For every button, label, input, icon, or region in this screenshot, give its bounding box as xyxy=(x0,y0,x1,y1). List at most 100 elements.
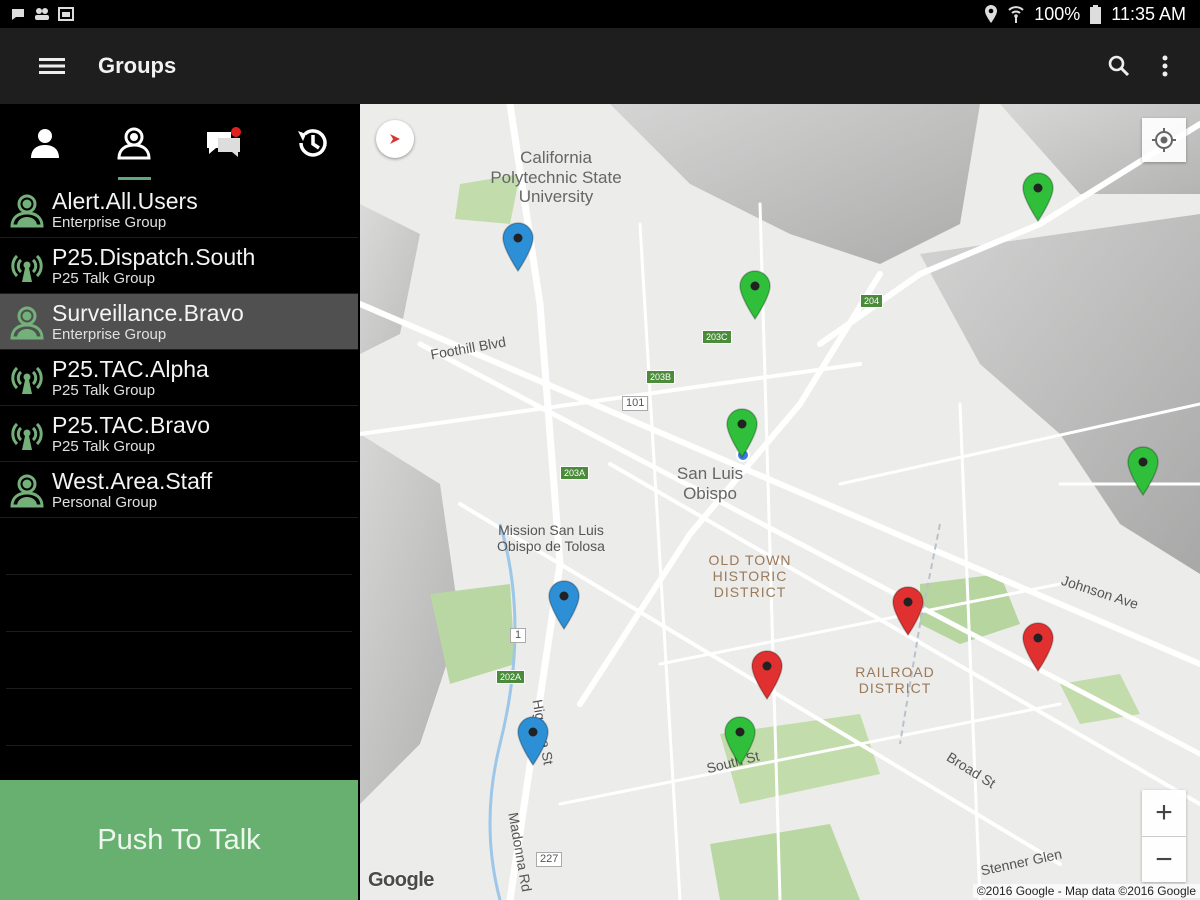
history-icon xyxy=(298,129,327,157)
pin-blue-marker[interactable] xyxy=(502,222,534,273)
wifi-icon xyxy=(1008,6,1024,23)
group-row[interactable]: West.Area.Staff Personal Group xyxy=(0,462,358,518)
empty-list-row xyxy=(6,518,352,575)
route-227-shield: 227 xyxy=(536,852,563,867)
left-panel: Alert.All.Users Enterprise Group P25.Dispa… xyxy=(0,104,358,900)
users-icon xyxy=(6,469,48,511)
map-pin-icon xyxy=(724,716,756,767)
group-row[interactable]: P25.Dispatch.South P25 Talk Group xyxy=(0,238,358,294)
users-icon xyxy=(6,301,48,343)
group-text: West.Area.Staff Personal Group xyxy=(52,467,213,511)
google-logo-text: Google xyxy=(368,869,434,891)
pin-green-marker[interactable] xyxy=(1127,446,1159,497)
image-notification-icon xyxy=(58,7,74,21)
exit-shield: 204 xyxy=(860,294,884,308)
pin-green-marker[interactable] xyxy=(1022,172,1054,223)
group-row[interactable]: Alert.All.Users Enterprise Group xyxy=(0,182,358,238)
map-pin-icon xyxy=(892,586,924,637)
group-icon xyxy=(117,127,151,160)
group-name: Alert.All.Users xyxy=(52,187,198,214)
exit-shield: 203C xyxy=(702,330,732,344)
group-name: P25.TAC.Bravo xyxy=(52,411,211,438)
clock: 11:35 AM xyxy=(1111,3,1186,24)
pin-green-marker[interactable] xyxy=(724,716,756,767)
battery-percent: 100% xyxy=(1034,3,1081,24)
crosshair-icon xyxy=(1152,128,1176,152)
menu-button[interactable] xyxy=(26,40,78,92)
tab-contacts[interactable] xyxy=(0,104,90,182)
app-bar: Groups xyxy=(0,28,1200,104)
group-type: Enterprise Group xyxy=(52,325,167,343)
pin-blue-marker[interactable] xyxy=(548,580,580,631)
group-text: P25.TAC.Bravo P25 Talk Group xyxy=(52,411,211,454)
group-text: P25.TAC.Alpha P25 Talk Group xyxy=(52,357,209,399)
group-type: P25 Talk Group xyxy=(52,381,156,399)
users-notification-icon xyxy=(35,8,49,20)
group-name: West.Area.Staff xyxy=(52,467,213,494)
pin-red-marker[interactable] xyxy=(1022,622,1054,673)
group-text: Alert.All.Users Enterprise Group xyxy=(52,187,198,231)
map-base xyxy=(360,104,1200,900)
location-icon xyxy=(985,5,998,23)
chat-bubbles-icon xyxy=(206,127,241,157)
map-view[interactable]: California Polytechnic State University … xyxy=(360,104,1200,900)
zoom-controls: + − xyxy=(1142,790,1186,882)
zoom-in-button[interactable]: + xyxy=(1142,790,1186,836)
map-pin-icon xyxy=(502,222,534,273)
group-row[interactable]: Surveillance.Bravo Enterprise Group xyxy=(0,294,358,350)
push-to-talk-button[interactable]: Push To Talk xyxy=(0,780,358,900)
group-name: P25.Dispatch.South xyxy=(52,243,256,270)
compass-button[interactable] xyxy=(376,120,414,158)
hamburger-icon xyxy=(39,58,65,74)
google-logo: Google xyxy=(368,869,434,892)
my-location-button[interactable] xyxy=(1142,118,1186,162)
tab-messages[interactable] xyxy=(179,104,269,182)
tab-groups[interactable] xyxy=(90,104,180,182)
group-name: Surveillance.Bravo xyxy=(52,299,244,326)
radio-tower-icon xyxy=(6,357,48,399)
group-type: Enterprise Group xyxy=(52,213,167,231)
group-text: Surveillance.Bravo Enterprise Group xyxy=(52,299,244,343)
group-type: Personal Group xyxy=(52,493,158,511)
map-pin-icon xyxy=(726,408,758,459)
route-1-shield: 1 xyxy=(510,628,527,643)
pin-blue-marker[interactable] xyxy=(517,716,549,767)
map-label-city: San Luis Obispo xyxy=(676,464,744,503)
person-icon xyxy=(30,129,59,158)
group-row[interactable]: P25.TAC.Bravo P25 Talk Group xyxy=(0,406,358,462)
search-icon xyxy=(1108,55,1130,77)
status-bar: 100% 11:35 AM xyxy=(0,0,1200,28)
empty-list-row xyxy=(6,689,352,746)
pin-green-marker[interactable] xyxy=(726,408,758,459)
map-label-campus: California Polytechnic State University xyxy=(490,148,622,207)
battery-icon xyxy=(1090,4,1102,24)
group-row[interactable]: P25.TAC.Alpha P25 Talk Group xyxy=(0,350,358,406)
more-vertical-icon xyxy=(1162,55,1168,77)
map-pin-icon xyxy=(751,650,783,701)
chat-notification-icon xyxy=(12,9,24,20)
search-button[interactable] xyxy=(1096,43,1142,89)
tab-history[interactable] xyxy=(269,104,359,182)
group-type: P25 Talk Group xyxy=(52,269,156,287)
pin-green-marker[interactable] xyxy=(739,270,771,321)
pin-red-marker[interactable] xyxy=(892,586,924,637)
map-pin-icon xyxy=(1127,446,1159,497)
map-copyright: ©2016 Google - Map data ©2016 Google xyxy=(972,884,1200,898)
map-pin-icon xyxy=(1022,172,1054,223)
group-text: P25.Dispatch.South P25 Talk Group xyxy=(52,243,256,287)
users-icon xyxy=(6,189,48,231)
zoom-out-button[interactable]: − xyxy=(1142,836,1186,883)
exit-shield: 203B xyxy=(646,370,676,384)
empty-list-row xyxy=(6,632,352,689)
overflow-menu-button[interactable] xyxy=(1142,43,1188,89)
route-101-shield: 101 xyxy=(622,396,649,411)
map-pin-icon xyxy=(517,716,549,767)
map-label-old-town: OLD TOWN HISTORIC DISTRICT xyxy=(708,552,792,601)
pin-red-marker[interactable] xyxy=(751,650,783,701)
group-list: Alert.All.Users Enterprise Group P25.Dispa… xyxy=(0,182,358,860)
tab-bar xyxy=(0,104,358,182)
exit-shield: 203A xyxy=(560,466,590,480)
map-pin-icon xyxy=(739,270,771,321)
empty-list-row xyxy=(6,575,352,632)
exit-shield: 202A xyxy=(496,670,526,684)
